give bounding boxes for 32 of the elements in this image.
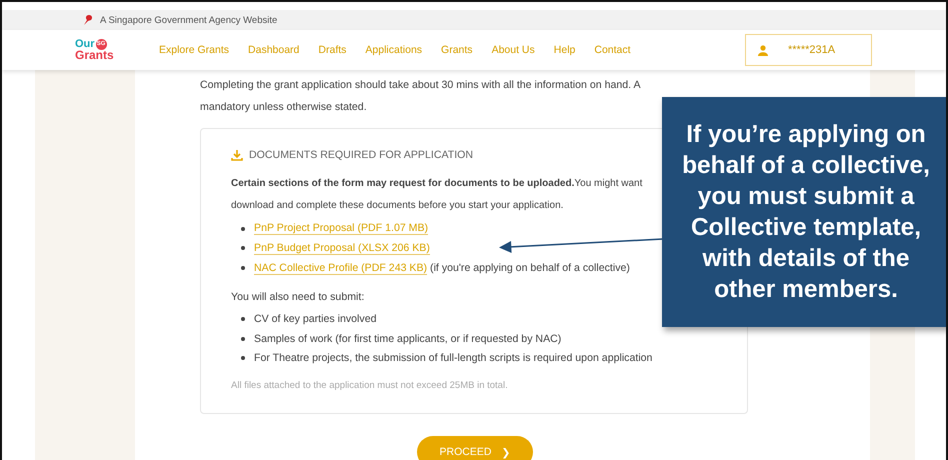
file-size-note: All files attached to the application must not exceed 25MB in total. bbox=[231, 380, 509, 391]
card-title: DOCUMENTS REQUIRED FOR APPLICATION bbox=[249, 149, 474, 161]
gov-banner-text: A Singapore Government Agency Website bbox=[100, 14, 278, 26]
list-item-text: For Theatre projects, the submission of full-length scripts is required upon application bbox=[254, 352, 652, 364]
nav-link[interactable]: Applications bbox=[365, 44, 422, 56]
bullet-icon bbox=[241, 317, 245, 322]
document-link[interactable]: PnP Project Proposal (PDF 1.07 MB) bbox=[254, 222, 428, 236]
lead-paragraph: Certain sections of the form may request for documents to be uploaded.You might want download and complete these documents before you start your application. bbox=[231, 177, 642, 213]
bullet-icon bbox=[241, 266, 245, 270]
callout-note: If you’re applying on behalf of a collective, you must submit a Collective template, with details of the other members. bbox=[662, 97, 946, 327]
document-item-text: NAC Collective Profile (PDF 243 KB) (if you're applying on behalf of a collective) bbox=[254, 262, 630, 274]
download-icon bbox=[231, 149, 243, 161]
nav-link[interactable]: About Us bbox=[492, 44, 535, 56]
nav-link[interactable]: Contact bbox=[594, 44, 631, 56]
bullet-icon bbox=[241, 226, 245, 231]
user-account-button[interactable]: *****231A bbox=[745, 34, 872, 66]
intro-paragraph: Completing the grant application should take about 30 mins with all the information on hand. A mandatory unless otherwise stated. bbox=[200, 78, 641, 115]
list-item-text: CV of key parties involved bbox=[254, 313, 376, 326]
submit-heading: You will also need to submit: bbox=[231, 290, 364, 304]
document-link[interactable]: PnP Budget Proposal (XLSX 206 KB) bbox=[254, 242, 430, 255]
proceed-button[interactable]: PROCEED ❯ bbox=[417, 436, 533, 460]
nav-link[interactable]: Grants bbox=[441, 44, 473, 56]
bullet-icon bbox=[241, 336, 245, 341]
bullet-icon bbox=[241, 356, 245, 360]
list-item-text: Samples of work (for first time applicants, or if requested by NAC) bbox=[254, 332, 562, 345]
nav-link[interactable]: Drafts bbox=[318, 44, 346, 56]
nav-link[interactable]: Explore Grants bbox=[159, 44, 230, 56]
user-icon bbox=[758, 44, 768, 56]
nav-link[interactable]: Help bbox=[554, 44, 576, 56]
nav-link[interactable]: Dashboard bbox=[248, 44, 300, 56]
bullet-icon bbox=[241, 246, 245, 250]
document-link[interactable]: NAC Collective Profile (PDF 243 KB) bbox=[254, 262, 428, 275]
